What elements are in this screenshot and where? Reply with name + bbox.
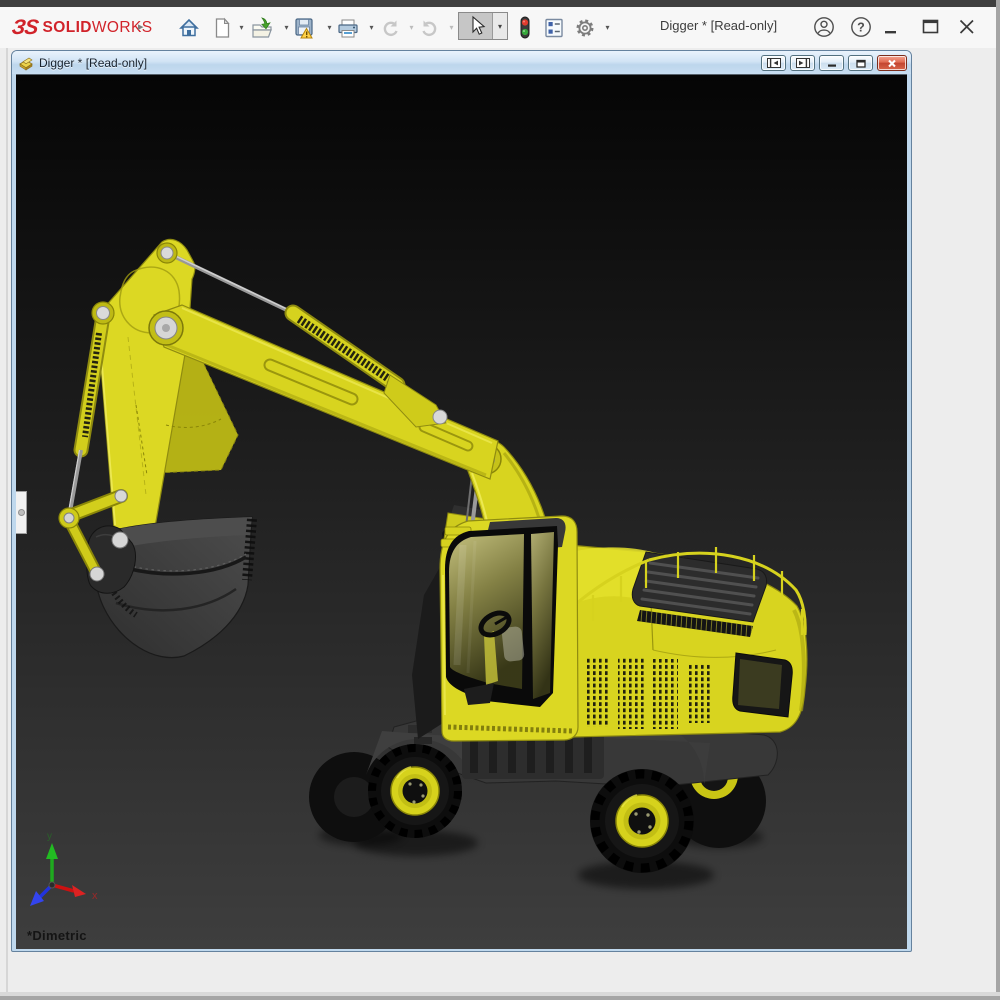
select-arrow-icon (466, 15, 486, 37)
settings-button[interactable] (572, 14, 598, 41)
redo-dropdown[interactable]: ▾ (446, 14, 457, 41)
traffic-light-icon (513, 15, 537, 41)
home-icon (177, 16, 201, 40)
graphics-viewport[interactable]: x y *Dimetric (16, 74, 907, 949)
undo-icon (378, 16, 402, 40)
child-close-icon (885, 58, 899, 69)
pane-right-icon (796, 58, 810, 68)
document-titlebar[interactable]: Digger * [Read-only] (12, 51, 911, 74)
undo-button[interactable] (377, 14, 403, 41)
toggle-left-pane-button[interactable] (761, 55, 786, 71)
open-dropdown[interactable]: ▾ (281, 14, 292, 41)
new-document-icon (210, 16, 234, 40)
save-icon (292, 15, 318, 41)
document-title: Digger * [Read-only] (39, 56, 761, 70)
undo-dropdown[interactable]: ▾ (406, 14, 417, 41)
minimize-icon (880, 15, 904, 39)
toolbar-flyout-chevron[interactable]: ▸ (138, 20, 144, 33)
main-toolbar: ЗS SOLIDWORKS ▸ ▾ (0, 7, 1000, 48)
solidworks-logo: ЗS SOLIDWORKS (12, 16, 152, 40)
toggle-right-pane-button[interactable] (790, 55, 815, 71)
select-tool-button[interactable] (459, 13, 493, 39)
maximize-button[interactable] (919, 15, 943, 39)
window-left-edge (6, 48, 8, 992)
document-close-button[interactable] (877, 55, 907, 71)
child-minimize-icon (825, 58, 839, 69)
document-window: Digger * [Read-only] (11, 50, 912, 952)
selection-status-button[interactable] (512, 14, 538, 41)
help-button[interactable]: ? (849, 15, 873, 39)
triad-y-label: y (47, 831, 52, 842)
document-window-controls (761, 55, 907, 71)
window-right-edge[interactable] (996, 0, 1000, 1000)
open-button[interactable] (249, 14, 275, 41)
solidworks-logo-glyph: ЗS (10, 16, 39, 40)
rear-wheel (590, 769, 694, 873)
help-icon: ? (849, 15, 873, 39)
assembly-document-icon (18, 56, 34, 71)
print-dropdown[interactable]: ▾ (366, 14, 377, 41)
new-document-button[interactable] (209, 14, 235, 41)
select-tool-group: ▾ (458, 12, 508, 40)
properties-button[interactable] (541, 14, 567, 41)
digger-model-scene: x y (16, 75, 907, 949)
view-orientation-label: *Dimetric (27, 928, 87, 943)
document-restore-button[interactable] (848, 55, 873, 71)
maximize-icon (919, 15, 943, 39)
open-icon (249, 16, 275, 40)
home-button[interactable] (176, 14, 202, 41)
settings-gear-icon (573, 16, 597, 40)
feature-pane-pull-tab[interactable] (16, 491, 27, 534)
account-button[interactable] (812, 15, 836, 39)
child-restore-icon (854, 58, 868, 69)
application-title: Digger * [Read-only] (660, 18, 777, 33)
properties-icon (542, 16, 566, 40)
close-button[interactable] (955, 15, 979, 39)
new-document-dropdown[interactable]: ▾ (236, 14, 247, 41)
pane-left-icon (767, 58, 781, 68)
cab (440, 516, 578, 741)
redo-button[interactable] (417, 14, 443, 41)
print-icon (335, 16, 361, 40)
front-wheel (368, 744, 462, 838)
save-dropdown[interactable]: ▾ (324, 14, 335, 41)
settings-dropdown[interactable]: ▾ (602, 14, 613, 41)
pull-tab-grip-icon (18, 509, 25, 516)
window-bottom-edge[interactable] (0, 996, 1000, 1000)
document-minimize-button[interactable] (819, 55, 844, 71)
window-top-border (0, 0, 1000, 7)
save-button[interactable] (292, 14, 318, 41)
svg-text:?: ? (857, 21, 865, 35)
close-icon (955, 15, 979, 39)
triad-x-label: x (92, 890, 98, 902)
select-tool-dropdown[interactable]: ▾ (493, 13, 507, 39)
minimize-button[interactable] (880, 15, 904, 39)
account-icon (812, 15, 836, 39)
solidworks-application-window: ЗS SOLIDWORKS ▸ ▾ (0, 0, 1000, 1000)
redo-icon (418, 16, 442, 40)
print-button[interactable] (335, 14, 361, 41)
